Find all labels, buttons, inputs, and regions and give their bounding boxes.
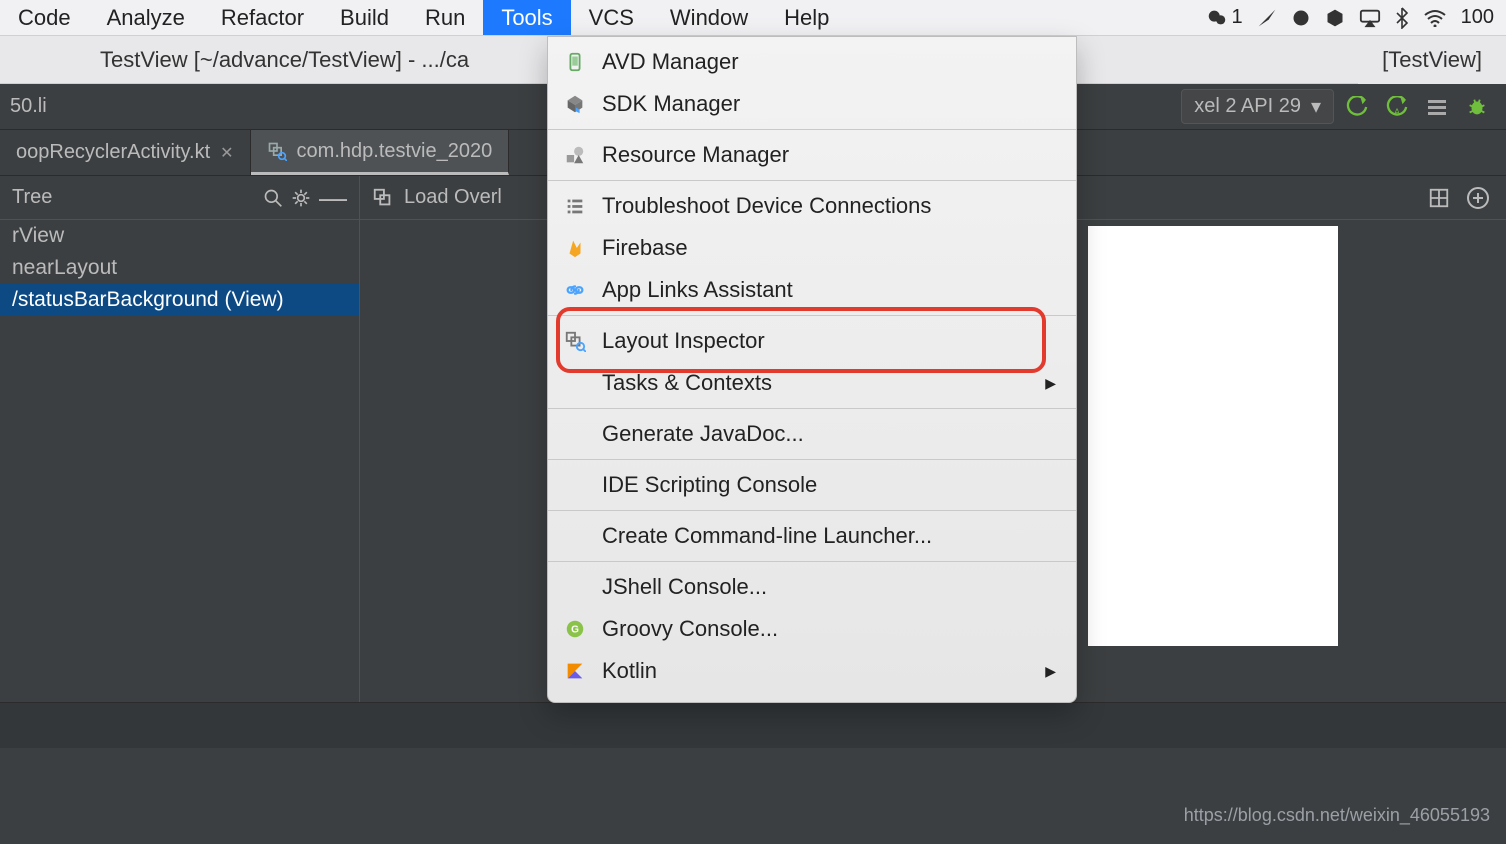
location-icon[interactable] — [1257, 8, 1277, 28]
tab-loop-recycler[interactable]: oopRecyclerActivity.kt ✕ — [0, 130, 251, 175]
apply-code-changes-icon[interactable]: A — [1386, 96, 1408, 118]
kotlin-icon — [562, 658, 588, 684]
menu-analyze[interactable]: Analyze — [89, 0, 203, 35]
tree-node-selected[interactable]: /statusBarBackground (View) — [0, 284, 359, 316]
window-title-right: [TestView] — [1358, 36, 1506, 84]
menu-refactor[interactable]: Refactor — [203, 0, 322, 35]
menu-vcs[interactable]: VCS — [571, 0, 652, 35]
menu-item-avd-manager[interactable]: AVD Manager — [548, 41, 1076, 83]
link-icon — [562, 277, 588, 303]
menu-run[interactable]: Run — [407, 0, 483, 35]
chevron-down-icon: ▾ — [1311, 94, 1321, 119]
device-frame — [1088, 226, 1338, 646]
search-icon[interactable] — [263, 188, 283, 208]
shapes-icon — [562, 142, 588, 168]
menu-item-kotlin[interactable]: Kotlin ▶ — [548, 650, 1076, 692]
tab-layout-inspector[interactable]: com.hdp.testvie_2020 — [251, 130, 510, 175]
battery-text: 100 — [1461, 6, 1494, 29]
list-icon — [562, 193, 588, 219]
blank-icon — [562, 370, 588, 396]
device-icon — [562, 49, 588, 75]
menu-item-ide-scripting-console[interactable]: IDE Scripting Console — [548, 464, 1076, 506]
window-title-left: TestView [~/advance/TestView] - .../ca — [100, 47, 469, 73]
menu-item-generate-javadoc[interactable]: Generate JavaDoc... — [548, 413, 1076, 455]
mac-menubar: Code Analyze Refactor Build Run Tools VC… — [0, 0, 1506, 36]
menu-code[interactable]: Code — [0, 0, 89, 35]
component-tree[interactable]: rView nearLayout /statusBarBackground (V… — [0, 220, 360, 702]
menu-window[interactable]: Window — [652, 0, 766, 35]
menu-item-app-links-assistant[interactable]: App Links Assistant — [548, 269, 1076, 311]
menu-item-create-command-line-launcher[interactable]: Create Command-line Launcher... — [548, 515, 1076, 557]
blank-icon — [562, 574, 588, 600]
wifi-icon[interactable] — [1423, 9, 1447, 27]
device-selector[interactable]: xel 2 API 29 ▾ — [1181, 89, 1334, 124]
close-tab-icon[interactable]: ✕ — [220, 143, 233, 163]
layout-inspector-icon — [562, 328, 588, 354]
menu-item-label: Resource Manager — [602, 142, 789, 168]
menu-item-label: IDE Scripting Console — [602, 472, 817, 498]
menu-item-label: Generate JavaDoc... — [602, 421, 804, 447]
apply-changes-icon[interactable] — [1346, 96, 1368, 118]
menu-item-label: SDK Manager — [602, 91, 740, 117]
bug-icon[interactable] — [1466, 96, 1488, 118]
load-overlay-label[interactable]: Load Overl — [404, 186, 502, 209]
blank-icon — [562, 523, 588, 549]
menu-build[interactable]: Build — [322, 0, 407, 35]
tools-menu-dropdown: AVD Manager SDK Manager Resource Manager Tr… — [547, 36, 1077, 703]
menubar-status-tray: 1 100 — [1206, 6, 1506, 29]
menu-item-label: Layout Inspector — [602, 328, 765, 354]
menu-item-jshell-console[interactable]: JShell Console... — [548, 566, 1076, 608]
menu-help[interactable]: Help — [766, 0, 847, 35]
menu-item-label: Groovy Console... — [602, 616, 778, 642]
menu-item-label: JShell Console... — [602, 574, 767, 600]
layout-inspector-icon — [267, 141, 287, 161]
menu-item-layout-inspector[interactable]: Layout Inspector — [548, 320, 1076, 362]
grid-icon[interactable] — [1428, 187, 1450, 209]
svg-text:G: G — [571, 625, 579, 636]
menu-item-label: Kotlin — [602, 658, 657, 684]
watermark-text: https://blog.csdn.net/weixin_46055193 — [1184, 805, 1490, 826]
tree-panel-title: Tree — [12, 186, 52, 209]
blank-icon — [562, 421, 588, 447]
cube-icon — [562, 91, 588, 117]
shield-hex-icon[interactable] — [1325, 8, 1345, 28]
svg-text:A: A — [1394, 107, 1400, 116]
menu-tools[interactable]: Tools — [483, 0, 570, 35]
menu-item-label: Troubleshoot Device Connections — [602, 193, 931, 219]
airplay-icon[interactable] — [1359, 8, 1381, 28]
wechat-icon[interactable]: 1 — [1206, 6, 1243, 29]
menu-item-groovy-console[interactable]: G Groovy Console... — [548, 608, 1076, 650]
tree-node[interactable]: rView — [0, 220, 359, 252]
menu-item-sdk-manager[interactable]: SDK Manager — [548, 83, 1076, 125]
groovy-icon: G — [562, 616, 588, 642]
menu-item-firebase[interactable]: Firebase — [548, 227, 1076, 269]
attach-debugger-icon[interactable] — [1426, 97, 1448, 117]
tool-window-bar — [0, 702, 1506, 748]
tree-node[interactable]: nearLayout — [0, 252, 359, 284]
firebase-icon — [562, 235, 588, 261]
menu-item-label: Tasks & Contexts — [602, 370, 772, 396]
menu-item-tasks-contexts[interactable]: Tasks & Contexts ▶ — [548, 362, 1076, 404]
menu-item-label: AVD Manager — [602, 49, 739, 75]
menu-item-resource-manager[interactable]: Resource Manager — [548, 134, 1076, 176]
load-overlay-icon[interactable] — [372, 187, 394, 209]
minimize-icon[interactable]: — — [319, 193, 347, 203]
menu-item-label: App Links Assistant — [602, 277, 793, 303]
menu-item-label: Create Command-line Launcher... — [602, 523, 932, 549]
status-bar — [0, 748, 1506, 804]
menu-item-troubleshoot-device-connections[interactable]: Troubleshoot Device Connections — [548, 185, 1076, 227]
add-icon[interactable] — [1466, 186, 1490, 210]
blank-icon — [562, 472, 588, 498]
menu-item-label: Firebase — [602, 235, 688, 261]
submenu-arrow-icon: ▶ — [1045, 663, 1056, 680]
submenu-arrow-icon: ▶ — [1045, 375, 1056, 392]
bluetooth-icon[interactable] — [1395, 7, 1409, 29]
owl-icon[interactable] — [1291, 8, 1311, 28]
gear-icon[interactable] — [291, 188, 311, 208]
